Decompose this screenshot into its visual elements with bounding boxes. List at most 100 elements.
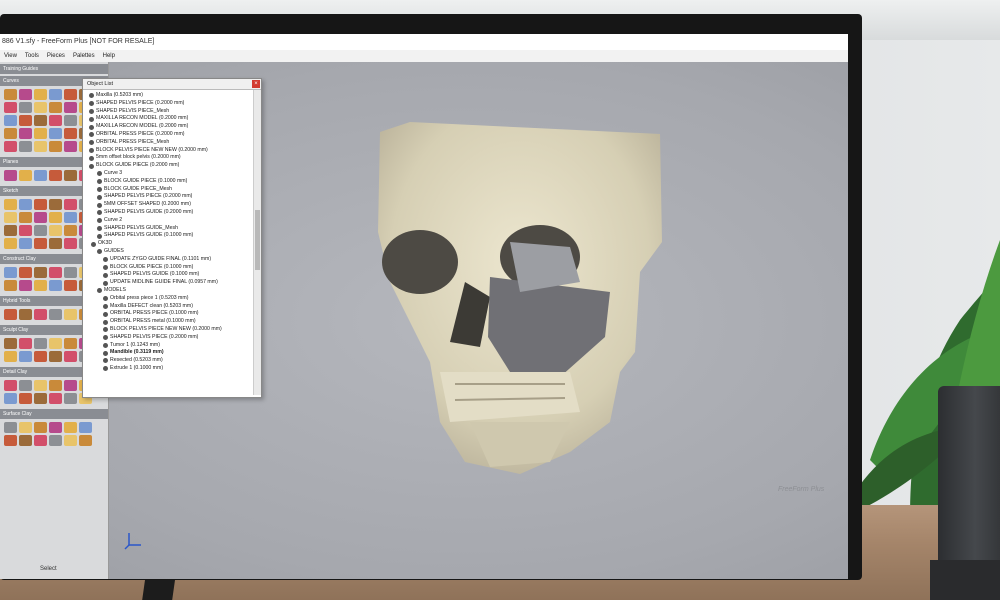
close-icon[interactable]: × xyxy=(252,80,260,88)
tool-icon[interactable] xyxy=(64,393,77,404)
visibility-icon[interactable] xyxy=(103,272,108,278)
scroll-thumb[interactable] xyxy=(255,210,260,270)
tree-item[interactable]: MAXILLA RECON MODEL (0.2000 mm) xyxy=(87,115,249,123)
tree-item[interactable]: MAXILLA RECON MODEL (0.2000 mm) xyxy=(87,123,249,131)
tool-icon[interactable] xyxy=(64,380,77,391)
visibility-icon[interactable] xyxy=(103,311,108,317)
tool-icon[interactable] xyxy=(34,351,47,362)
tool-icon[interactable] xyxy=(64,435,77,446)
visibility-icon[interactable] xyxy=(89,108,94,114)
tree-item[interactable]: BLOCK PELVIS PIECE NEW NEW (0.2000 mm) xyxy=(87,326,249,334)
tool-icon[interactable] xyxy=(64,141,77,152)
tool-icon[interactable] xyxy=(34,435,47,446)
tool-icon[interactable] xyxy=(49,115,62,126)
tool-icon[interactable] xyxy=(49,393,62,404)
tool-icon[interactable] xyxy=(49,280,62,291)
tool-icon[interactable] xyxy=(4,102,17,113)
tool-icon[interactable] xyxy=(19,338,32,349)
tool-icon[interactable] xyxy=(19,225,32,236)
tool-icon[interactable] xyxy=(79,422,92,433)
tree-item[interactable]: ORBITAL PRESS metal (0.1000 mm) xyxy=(87,318,249,326)
visibility-icon[interactable] xyxy=(89,132,94,138)
tree-item[interactable]: ORBITAL PRESS PIECE_Mesh xyxy=(87,139,249,147)
tool-icon[interactable] xyxy=(19,380,32,391)
visibility-icon[interactable] xyxy=(97,171,102,177)
tool-icon[interactable] xyxy=(34,115,47,126)
tool-icon[interactable] xyxy=(64,212,77,223)
tool-icon[interactable] xyxy=(4,380,17,391)
visibility-icon[interactable] xyxy=(97,218,102,224)
visibility-icon[interactable] xyxy=(89,93,94,99)
tool-icon[interactable] xyxy=(4,435,17,446)
tree-item[interactable]: SHAPED PELVIS PIECE (0.2000 mm) xyxy=(87,193,249,201)
tool-icon[interactable] xyxy=(19,393,32,404)
tool-icon[interactable] xyxy=(34,225,47,236)
visibility-icon[interactable] xyxy=(103,257,108,263)
tool-icon[interactable] xyxy=(19,280,32,291)
visibility-icon[interactable] xyxy=(97,202,102,208)
tool-icon[interactable] xyxy=(49,199,62,210)
tree-item[interactable]: Curve 3 xyxy=(87,170,249,178)
tool-icon[interactable] xyxy=(34,338,47,349)
tool-icon[interactable] xyxy=(19,238,32,249)
visibility-icon[interactable] xyxy=(103,264,108,270)
tree-item[interactable]: UPDATE MIDLINE GUIDE FINAL (0.0957 mm) xyxy=(87,279,249,287)
tool-icon[interactable] xyxy=(4,141,17,152)
tool-icon[interactable] xyxy=(19,115,32,126)
tool-icon[interactable] xyxy=(49,380,62,391)
tool-icon[interactable] xyxy=(64,89,77,100)
tool-icon[interactable] xyxy=(19,89,32,100)
tool-icon[interactable] xyxy=(49,422,62,433)
tree-item[interactable]: UPDATE ZYGO GUIDE FINAL (0.1101 mm) xyxy=(87,256,249,264)
tool-icon[interactable] xyxy=(4,128,17,139)
tree-item[interactable]: SHAPED PELVIS GUIDE_Mesh xyxy=(87,225,249,233)
tool-icon[interactable] xyxy=(19,102,32,113)
menu-pieces[interactable]: Pieces xyxy=(47,50,65,62)
tree-item[interactable]: SHAPED PELVIS PIECE_Mesh xyxy=(87,108,249,116)
tree-item[interactable]: ORBITAL PRESS PIECE (0.2000 mm) xyxy=(87,131,249,139)
tree-item[interactable]: MODELS xyxy=(87,287,249,295)
tree-item[interactable]: SHAPED PELVIS GUIDE (0.1000 mm) xyxy=(87,271,249,279)
tool-icon[interactable] xyxy=(4,351,17,362)
tool-icon[interactable] xyxy=(64,225,77,236)
tool-icon[interactable] xyxy=(64,280,77,291)
tool-icon[interactable] xyxy=(34,128,47,139)
visibility-icon[interactable] xyxy=(103,280,108,286)
tool-icon[interactable] xyxy=(49,309,62,320)
tool-icon[interactable] xyxy=(49,170,62,181)
visibility-icon[interactable] xyxy=(89,124,94,130)
visibility-icon[interactable] xyxy=(103,350,108,356)
tool-icon[interactable] xyxy=(19,199,32,210)
tool-icon[interactable] xyxy=(49,435,62,446)
visibility-icon[interactable] xyxy=(97,225,102,231)
tree-item[interactable]: Tumor 1 (0.1243 mm) xyxy=(87,342,249,350)
tool-icon[interactable] xyxy=(49,267,62,278)
tool-icon[interactable] xyxy=(34,170,47,181)
tree-item[interactable]: SHAPED PELVIS GUIDE (0.1000 mm) xyxy=(87,232,249,240)
scrollbar[interactable] xyxy=(253,90,261,395)
tool-icon[interactable] xyxy=(64,309,77,320)
tool-icon[interactable] xyxy=(4,225,17,236)
tree-item[interactable]: SHAPED PELVIS PIECE (0.2000 mm) xyxy=(87,334,249,342)
tree-item[interactable]: BLOCK GUIDE PIECE (0.1000 mm) xyxy=(87,264,249,272)
palette-section-surface-clay[interactable]: Surface Clay xyxy=(0,409,108,419)
tool-icon[interactable] xyxy=(49,102,62,113)
tool-icon[interactable] xyxy=(4,280,17,291)
tool-icon[interactable] xyxy=(4,199,17,210)
tool-icon[interactable] xyxy=(19,351,32,362)
tool-icon[interactable] xyxy=(64,170,77,181)
visibility-icon[interactable] xyxy=(89,116,94,122)
tool-icon[interactable] xyxy=(4,422,17,433)
visibility-icon[interactable] xyxy=(89,140,94,146)
visibility-icon[interactable] xyxy=(89,147,94,153)
visibility-icon[interactable] xyxy=(103,303,108,309)
tree-item[interactable]: 5mm offset block pelvis (0.2000 mm) xyxy=(87,154,249,162)
tool-icon[interactable] xyxy=(34,393,47,404)
tool-icon[interactable] xyxy=(34,267,47,278)
menu-help[interactable]: Help xyxy=(103,50,115,62)
tool-icon[interactable] xyxy=(4,267,17,278)
visibility-icon[interactable] xyxy=(97,179,102,185)
tool-icon[interactable] xyxy=(19,212,32,223)
tool-icon[interactable] xyxy=(4,170,17,181)
tool-icon[interactable] xyxy=(34,102,47,113)
